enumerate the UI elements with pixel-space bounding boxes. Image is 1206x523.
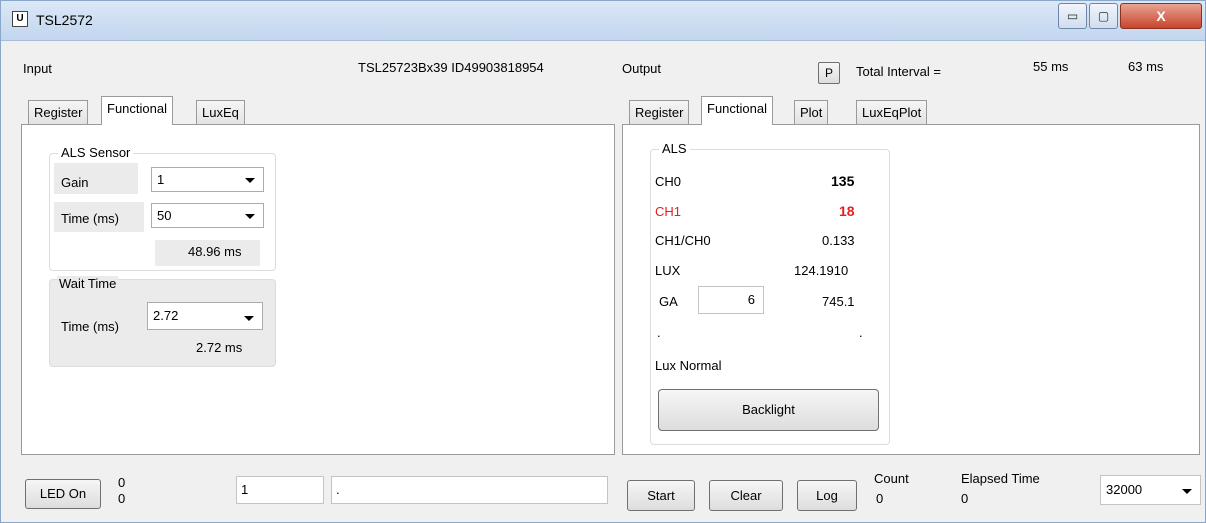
wait-time-label: Time (ms) (61, 319, 120, 334)
total-interval-label: Total Interval = (856, 64, 941, 79)
led-count-2: 0 (118, 491, 126, 506)
tab-register-left[interactable]: Register (28, 100, 89, 125)
ratio-value: 0.133 (822, 233, 855, 248)
ga-value: 745.1 (822, 294, 855, 309)
elapsed-time-label: Elapsed Time (961, 471, 1040, 486)
footer-input-1[interactable]: 1 (236, 476, 324, 504)
ch0-label: CH0 (655, 174, 682, 189)
als-sensor-title: ALS Sensor (58, 145, 134, 160)
rate-select-value: 32000 (1106, 482, 1143, 497)
app-icon: U (12, 11, 28, 27)
lux-value: 124.1910 (794, 263, 849, 278)
maximize-button[interactable]: ▢ (1089, 3, 1118, 29)
wait-time-select[interactable]: 2.72 (147, 302, 263, 330)
interval-value-2: 63 ms (1128, 59, 1164, 74)
app-window: U TSL2572 ▭ ▢ X Input TSL25723Bx39 ID499… (0, 0, 1206, 523)
clear-button[interactable]: Clear (709, 480, 783, 511)
ch0-value: 135 (831, 173, 855, 189)
log-button[interactable]: Log (797, 480, 857, 511)
dot-left: . (657, 325, 661, 340)
als-time-select-value: 50 (157, 208, 172, 223)
gain-label: Gain (61, 175, 89, 190)
tab-luxeqplot-right[interactable]: LuxEqPlot (856, 100, 928, 125)
footer-input-2[interactable]: . (331, 476, 608, 504)
window-title: TSL2572 (36, 12, 93, 28)
tab-functional-right[interactable]: Functional (701, 96, 773, 125)
lux-status: Lux Normal (655, 358, 722, 373)
gain-select-value: 1 (157, 172, 165, 187)
right-functional-panel: ALS CH0 135 CH1 18 CH1/CH0 0.133 LUX 124… (622, 124, 1200, 455)
als-time-readout: 48.96 ms (188, 244, 242, 259)
device-id: TSL25723Bx39 ID49903818954 (358, 60, 544, 75)
minimize-button[interactable]: ▭ (1058, 3, 1087, 29)
output-label: Output (622, 61, 662, 76)
backlight-button[interactable]: Backlight (658, 389, 879, 431)
wait-time-select-value: 2.72 (153, 308, 179, 323)
interval-value-1: 55 ms (1033, 59, 1069, 74)
led-count-1: 0 (118, 475, 126, 490)
als-time-label: Time (ms) (61, 211, 120, 226)
elapsed-time-value: 0 (961, 491, 969, 506)
left-functional-panel: ALS Sensor Gain 1 Time (ms) 50 48.96 ms … (21, 124, 615, 455)
input-label: Input (23, 61, 52, 76)
tab-luxeq-left[interactable]: LuxEq (196, 100, 245, 125)
tab-register-right[interactable]: Register (629, 100, 690, 125)
ratio-label: CH1/CH0 (655, 233, 711, 248)
wait-time-title: Wait Time (57, 276, 119, 291)
als-title: ALS (659, 141, 690, 156)
chevron-down-icon (244, 316, 254, 321)
chevron-down-icon (245, 178, 255, 183)
count-label: Count (874, 471, 909, 486)
close-button[interactable]: X (1120, 3, 1202, 29)
tab-plot-right[interactable]: Plot (794, 100, 829, 125)
gain-select[interactable]: 1 (151, 167, 264, 192)
chevron-down-icon (1182, 489, 1192, 494)
ga-label: GA (659, 294, 678, 309)
ga-input[interactable]: 6 (698, 286, 764, 314)
p-button[interactable]: P (818, 62, 840, 84)
start-button[interactable]: Start (627, 480, 695, 511)
dot-right: . (859, 325, 863, 340)
rate-select[interactable]: 32000 (1100, 475, 1201, 505)
tab-functional-left[interactable]: Functional (101, 96, 173, 125)
count-value: 0 (876, 491, 884, 506)
chevron-down-icon (245, 214, 255, 219)
title-bar: U TSL2572 ▭ ▢ X (1, 1, 1205, 41)
led-on-button[interactable]: LED On (25, 479, 101, 509)
ch1-label: CH1 (655, 204, 682, 219)
ch1-value: 18 (839, 203, 855, 219)
wait-time-readout: 2.72 ms (196, 340, 243, 355)
als-time-select[interactable]: 50 (151, 203, 264, 228)
lux-label: LUX (655, 263, 681, 278)
